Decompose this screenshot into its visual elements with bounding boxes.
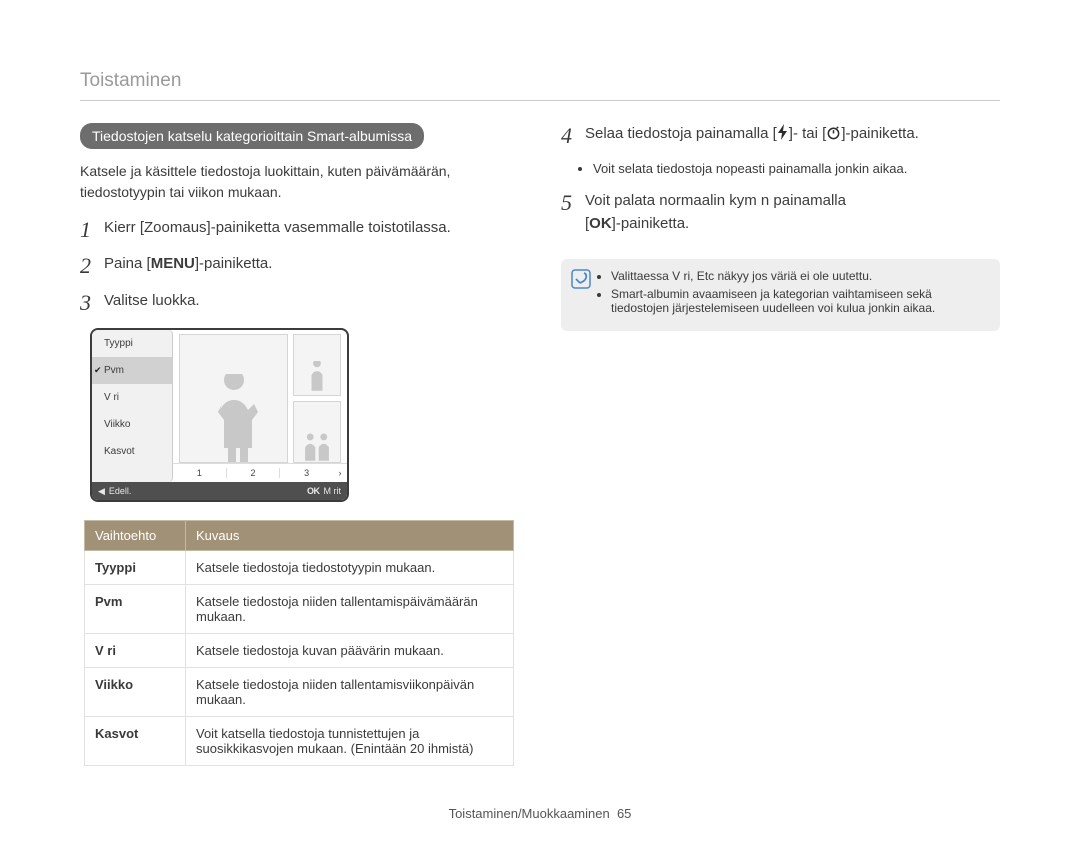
step-list-right-2: 5 Voit palata normaalin kym n painamalla… [561,190,1000,235]
camera-menu-item: Tyyppi [92,330,172,357]
option-name: V ri [85,634,186,668]
thumbnail-large [179,334,288,463]
camera-menu-item: Kasvot [92,438,172,465]
camera-menu: Tyyppi Pvm V ri Viikko Kasvot [92,330,173,482]
timeline-seg: 3 [279,468,333,478]
person-silhouette-icon [202,374,266,463]
option-desc: Katsele tiedostoja kuvan päävärin mukaan… [186,634,514,668]
step-text-after: ]-painiketta. [841,125,919,142]
footer-section: Toistaminen/Muokkaaminen [449,806,610,821]
options-table: Vaihtoehto Kuvaus Tyyppi Katsele tiedost… [84,520,514,766]
step-2: 2 Paina [MENU]-painiketta. [80,253,519,279]
step-5-line1: Voit palata normaalin kym n painamalla [585,192,846,209]
intro-text: Katsele ja käsittele tiedostoja luokitta… [80,161,519,203]
timeline-seg: 2 [226,468,280,478]
table-row: V ri Katsele tiedostoja kuvan päävärin m… [85,634,514,668]
left-column: Tiedostojen katselu kategorioittain Smar… [80,123,519,766]
camera-menu-item: V ri [92,384,172,411]
note-box: Valittaessa V ri, Etc näkyy jos väriä ei… [561,259,1000,331]
person-silhouette-icon [304,361,330,396]
step-3: 3 Valitse luokka. [80,290,519,316]
timeline-seg: 1 [173,468,226,478]
note-item: Smart-albumin avaamiseen ja kategorian v… [611,287,986,315]
ok-icon: OK [589,215,612,232]
option-desc: Katsele tiedostoja niiden tallentamispäi… [186,585,514,634]
flash-icon [777,124,789,148]
menu-label: MENU [151,255,195,272]
step-number: 5 [561,190,585,216]
step-4: 4 Selaa tiedostoja painamalla [ ]- tai [… [561,123,1000,149]
step-number: 2 [80,253,104,279]
timeline-arrow-right-icon: › [333,468,347,478]
right-column: 4 Selaa tiedostoja painamalla [ ]- tai [… [561,123,1000,766]
step-number: 3 [80,290,104,316]
option-name: Kasvot [85,717,186,766]
step-list-right: 4 Selaa tiedostoja painamalla [ ]- tai [… [561,123,1000,149]
camera-footer: ◀ Edell. OK M rit [92,482,347,500]
step-5: 5 Voit palata normaalin kym n painamalla… [561,190,1000,235]
step-1: 1 Kierr [Zoomaus]-painiketta vasemmalle … [80,217,519,243]
bullet-item: Voit selata tiedostoja nopeasti painamal… [593,161,1000,176]
camera-menu-item-selected: Pvm [92,357,172,384]
note-info-icon [571,269,595,319]
section-heading-pill: Tiedostojen katselu kategorioittain Smar… [80,123,424,149]
table-header: Kuvaus [186,521,514,551]
step-text-mid: ]- tai [ [789,125,827,142]
option-desc: Katsele tiedostoja tiedostotyypin mukaan… [186,551,514,585]
thumbnail-small [293,334,341,396]
step-5-line2: ]-painiketta. [612,215,690,232]
timer-icon [826,125,841,148]
camera-footer-back-label: Edell. [109,486,132,496]
step-text-before: Selaa tiedostoja painamalla [ [585,125,777,142]
table-row: Kasvot Voit katsella tiedostoja tunniste… [85,717,514,766]
step-number: 4 [561,123,585,149]
step-text-after: ]-painiketta. [195,255,273,272]
table-row: Viikko Katsele tiedostoja niiden tallent… [85,668,514,717]
step-list-left: 1 Kierr [Zoomaus]-painiketta vasemmalle … [80,217,519,316]
footer-page-number: 65 [617,806,631,821]
thumbnail-small [293,401,341,463]
camera-footer-set-label: M rit [324,486,342,496]
camera-screenshot: Tyyppi Pvm V ri Viikko Kasvot [90,328,349,502]
page-title: Toistaminen [80,70,1000,101]
camera-timeline: 1 2 3 › [173,463,347,482]
camera-menu-item: Viikko [92,411,172,438]
step-text: Selaa tiedostoja painamalla [ ]- tai [ ]… [585,123,1000,148]
option-desc: Voit katsella tiedostoja tunnistettujen … [186,717,514,766]
option-desc: Katsele tiedostoja niiden tallentamisvii… [186,668,514,717]
option-name: Viikko [85,668,186,717]
step-text: Valitse luokka. [104,290,519,313]
step-number: 1 [80,217,104,243]
option-name: Tyyppi [85,551,186,585]
step-4-bullets: Voit selata tiedostoja nopeasti painamal… [561,161,1000,176]
table-header: Vaihtoehto [85,521,186,551]
ok-icon: OK [307,486,320,496]
step-text: Paina [MENU]-painiketta. [104,253,519,276]
note-list: Valittaessa V ri, Etc näkyy jos väriä ei… [595,269,986,319]
step-text: Kierr [Zoomaus]-painiketta vasemmalle to… [104,217,519,240]
option-name: Pvm [85,585,186,634]
page-footer: Toistaminen/Muokkaaminen 65 [80,806,1000,821]
arrow-left-icon: ◀ [98,486,105,497]
note-item: Valittaessa V ri, Etc näkyy jos väriä ei… [611,269,986,283]
step-text-before: Paina [ [104,255,151,272]
people-silhouette-icon [300,432,334,463]
table-row: Tyyppi Katsele tiedostoja tiedostotyypin… [85,551,514,585]
step-text: Voit palata normaalin kym n painamalla [… [585,190,1000,235]
table-row: Pvm Katsele tiedostoja niiden tallentami… [85,585,514,634]
